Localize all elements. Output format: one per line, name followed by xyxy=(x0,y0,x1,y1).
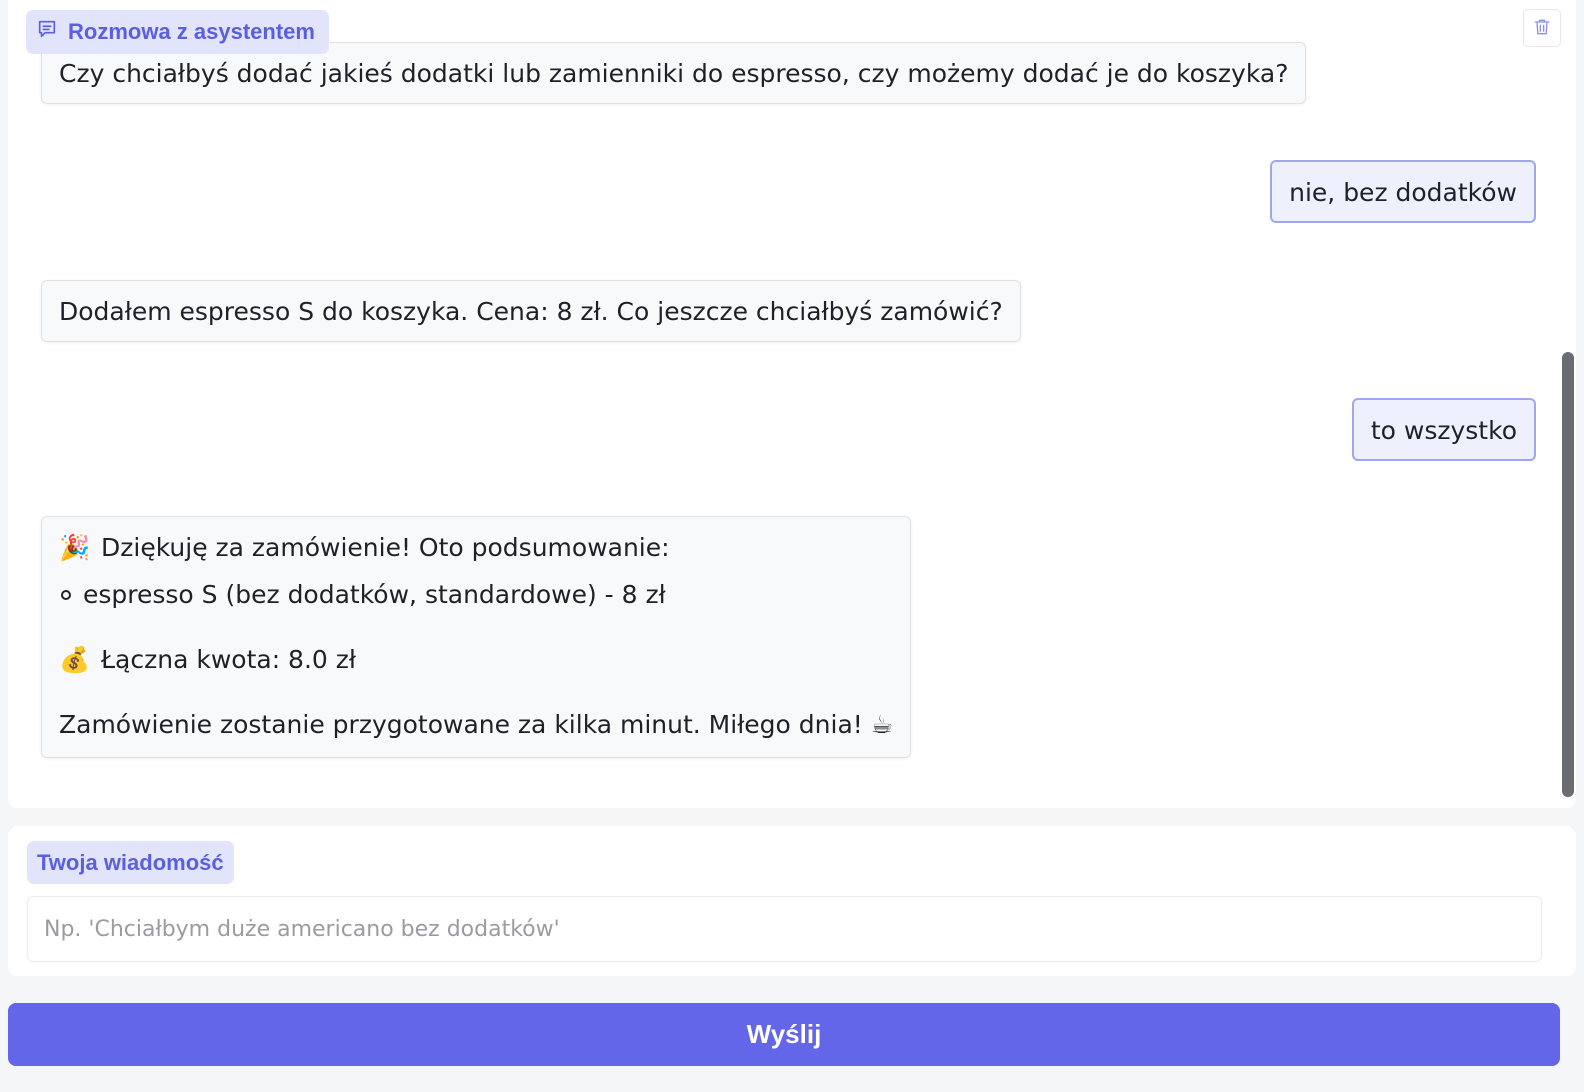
user-message: to wszystko xyxy=(1351,398,1536,461)
money-bag-icon: 💰 xyxy=(59,645,91,674)
clear-chat-button[interactable] xyxy=(1523,9,1561,47)
summary-item-text: espresso S (bez dodatków, standardowe) -… xyxy=(83,580,666,609)
chat-bubble-icon xyxy=(36,18,58,46)
message-list[interactable]: Czy chciałbyś dodać jakieś dodatki lub z… xyxy=(8,0,1576,808)
summary-heading: 🎉 Dziękuję za zamówienie! Oto podsumowani… xyxy=(59,532,893,564)
order-summary-message: 🎉 Dziękuję za zamówienie! Oto podsumowani… xyxy=(41,516,912,758)
chat-label: Rozmowa z asystentem xyxy=(26,10,329,54)
bullet-icon xyxy=(61,590,71,600)
chat-panel: Rozmowa z asystentem Czy chciałbyś dodać… xyxy=(8,0,1576,808)
summary-total-text: Łączna kwota: 8.0 zł xyxy=(101,645,356,674)
send-button[interactable]: Wyślij xyxy=(8,1003,1560,1066)
composer-label: Twoja wiadomość xyxy=(27,841,234,884)
chat-label-text: Rozmowa z asystentem xyxy=(68,19,315,44)
summary-heading-text: Dziękuję za zamówienie! Oto podsumowanie… xyxy=(101,533,670,562)
party-popper-icon: 🎉 xyxy=(59,533,91,562)
coffee-icon: ☕ xyxy=(870,710,894,739)
summary-closing-text: Zamówienie zostanie przygotowane za kilk… xyxy=(59,710,863,739)
trash-icon xyxy=(1532,17,1552,40)
summary-total: 💰 Łączna kwota: 8.0 zł xyxy=(59,644,893,676)
user-message: nie, bez dodatków xyxy=(1270,160,1536,223)
summary-closing: Zamówienie zostanie przygotowane za kilk… xyxy=(59,709,893,741)
chat-scrollbar[interactable] xyxy=(1562,352,1574,797)
message-input[interactable] xyxy=(27,896,1542,962)
assistant-message: Dodałem espresso S do koszyka. Cena: 8 z… xyxy=(41,280,1021,342)
summary-item: espresso S (bez dodatków, standardowe) -… xyxy=(59,579,893,611)
composer-panel: Twoja wiadomość xyxy=(8,826,1576,976)
